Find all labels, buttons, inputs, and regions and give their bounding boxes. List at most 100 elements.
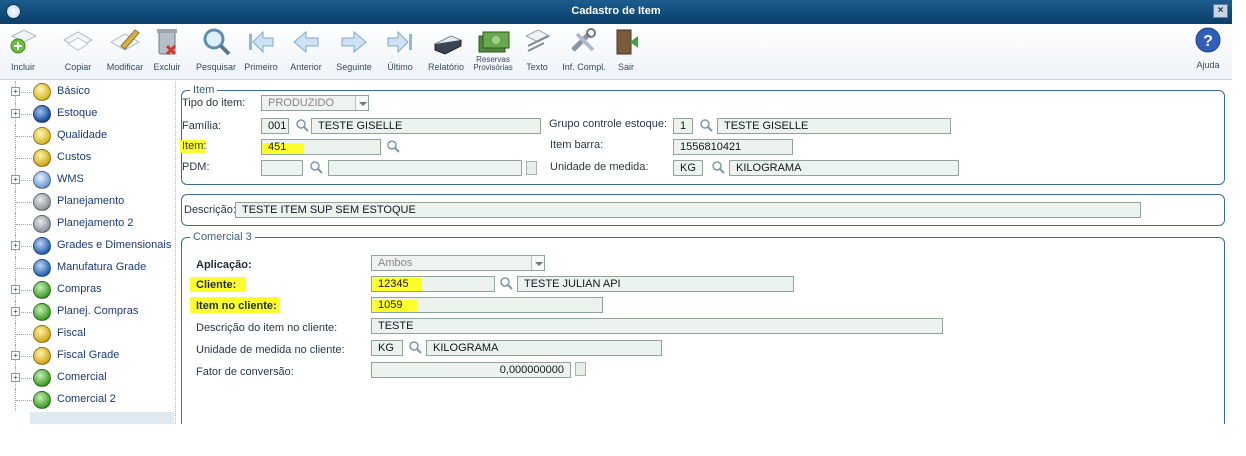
expand-icon[interactable]: + bbox=[11, 285, 20, 294]
sidebar-item-label: Comercial 2 bbox=[57, 393, 116, 405]
grupo-controle-label: Grupo controle estoque: bbox=[549, 118, 668, 130]
seguinte-label: Seguinte bbox=[336, 62, 372, 72]
ultimo-label: Último bbox=[387, 62, 413, 72]
aplicacao-value: Ambos bbox=[378, 257, 413, 269]
sidebar-item-label: Fiscal Grade bbox=[57, 349, 120, 361]
aplicacao-select[interactable]: Ambos bbox=[371, 255, 545, 271]
primeiro-label: Primeiro bbox=[244, 62, 278, 72]
pdm-lookup-icon[interactable] bbox=[526, 161, 537, 175]
grupo-code-field[interactable]: 1 bbox=[673, 118, 693, 134]
money-stack-icon bbox=[478, 31, 510, 53]
sidebar-item-b-sico[interactable]: + Básico bbox=[0, 81, 174, 103]
tools-icon bbox=[571, 28, 596, 52]
cliente-search-icon[interactable] bbox=[499, 276, 513, 290]
pdm-name-field[interactable] bbox=[328, 160, 522, 176]
cliente-code-field[interactable]: 12345 bbox=[371, 276, 495, 292]
expand-icon[interactable]: + bbox=[11, 373, 20, 382]
tree-branch bbox=[16, 224, 32, 225]
item-barra-field[interactable]: 1556810421 bbox=[673, 139, 793, 155]
item-search-icon[interactable] bbox=[386, 139, 400, 153]
green-dollar-icon bbox=[33, 303, 51, 321]
sidebar-item-planejamento-2[interactable]: Planejamento 2 bbox=[0, 213, 174, 235]
inf-compl-button[interactable]: Inf. Compl. bbox=[560, 26, 608, 78]
anterior-button[interactable]: Anterior bbox=[286, 26, 326, 78]
excluir-button[interactable]: Excluir bbox=[152, 26, 182, 78]
sidebar-item-comercial-2[interactable]: Comercial 2 bbox=[0, 389, 174, 411]
title-bar: Cadastro de Item × bbox=[0, 0, 1232, 24]
calculator-icon[interactable] bbox=[575, 362, 586, 376]
copy-document-icon bbox=[62, 31, 94, 51]
tipo-item-select[interactable]: PRODUZIDO bbox=[261, 95, 369, 111]
sidebar-item-fiscal-grade[interactable]: + Fiscal Grade bbox=[0, 345, 174, 367]
sidebar-item-estoque[interactable]: + Estoque bbox=[0, 103, 174, 125]
pdm-label: PDM: bbox=[182, 161, 210, 173]
item-code-field[interactable]: 451 bbox=[261, 139, 381, 155]
expand-icon[interactable]: + bbox=[11, 307, 20, 316]
ajuda-label: Ajuda bbox=[1196, 60, 1220, 70]
expand-icon[interactable]: + bbox=[11, 175, 20, 184]
expand-icon[interactable]: + bbox=[11, 351, 20, 360]
descricao-field[interactable]: TESTE ITEM SUP SEM ESTOQUE bbox=[235, 202, 1141, 218]
ajuda-button[interactable]: ? Ajuda bbox=[1192, 26, 1224, 78]
sidebar-item-qualidade[interactable]: Qualidade bbox=[0, 125, 174, 147]
sidebar-item-wms[interactable]: + WMS bbox=[0, 169, 174, 191]
familia-name-field[interactable]: TESTE GISELLE bbox=[311, 118, 541, 134]
unid-cliente-name-field[interactable]: KILOGRAMA bbox=[426, 340, 662, 356]
yellow-worker-icon bbox=[33, 149, 51, 167]
ultimo-button[interactable]: Último bbox=[384, 26, 416, 78]
grupo-name-field[interactable]: TESTE GISELLE bbox=[717, 118, 951, 134]
reservas-provisorias-button[interactable]: Reservas Provisórias bbox=[470, 26, 516, 78]
sidebar-item-label: Grades e Dimensionais bbox=[57, 239, 172, 251]
fator-conversao-field[interactable]: 0,000000000 bbox=[371, 362, 571, 378]
unidade-search-icon[interactable] bbox=[711, 160, 725, 174]
blue-grid-icon bbox=[33, 105, 51, 123]
item-cliente-field[interactable]: 1059 bbox=[371, 297, 603, 313]
sidebar-item-fiscal[interactable]: Fiscal bbox=[0, 323, 174, 345]
sidebar-item-planejamento[interactable]: Planejamento bbox=[0, 191, 174, 213]
expand-icon[interactable]: + bbox=[11, 109, 20, 118]
unidade-name-field[interactable]: KILOGRAMA bbox=[729, 160, 959, 176]
seguinte-button[interactable]: Seguinte bbox=[334, 26, 374, 78]
printer-icon bbox=[433, 35, 463, 55]
sidebar-selected-item[interactable] bbox=[30, 412, 174, 424]
unid-cliente-code-field[interactable]: KG bbox=[371, 340, 403, 356]
sidebar-item-label: Planej. Compras bbox=[57, 305, 139, 317]
pdm-search-icon[interactable] bbox=[309, 160, 323, 174]
incluir-label: Incluir bbox=[10, 62, 35, 72]
cliente-name-field[interactable]: TESTE JULIAN API bbox=[517, 276, 794, 292]
sidebar-item-compras[interactable]: + Compras bbox=[0, 279, 174, 301]
green-dollar-icon bbox=[33, 391, 51, 409]
sidebar-item-manufatura-grade[interactable]: Manufatura Grade bbox=[0, 257, 174, 279]
primeiro-button[interactable]: Primeiro bbox=[242, 26, 280, 78]
relatorio-button[interactable]: Relatório bbox=[426, 26, 466, 78]
sidebar-item-planej-compras[interactable]: + Planej. Compras bbox=[0, 301, 174, 323]
close-window-button[interactable]: × bbox=[1213, 4, 1228, 18]
familia-label: Família: bbox=[182, 120, 222, 132]
sidebar-item-grades-e-dimensionais[interactable]: + Grades e Dimensionais bbox=[0, 235, 174, 257]
copiar-button[interactable]: Copiar bbox=[58, 26, 98, 78]
texto-button[interactable]: Texto bbox=[522, 26, 552, 78]
relatorio-label: Relatório bbox=[427, 62, 465, 72]
incluir-button[interactable]: Incluir bbox=[8, 26, 38, 78]
gray-gear-icon bbox=[33, 193, 51, 211]
anterior-label: Anterior bbox=[290, 62, 322, 72]
modificar-button[interactable]: Modificar bbox=[102, 26, 148, 78]
pdm-code-field[interactable] bbox=[261, 160, 303, 176]
sidebar-item-label: Qualidade bbox=[57, 129, 108, 141]
pesquisar-button[interactable]: Pesquisar bbox=[194, 26, 238, 78]
unidade-code-field[interactable]: KG bbox=[673, 160, 703, 176]
descricao-label: Descrição: bbox=[184, 204, 236, 216]
grupo-search-icon[interactable] bbox=[699, 118, 713, 132]
next-record-icon bbox=[341, 30, 367, 54]
familia-search-icon[interactable] bbox=[295, 118, 309, 132]
expand-icon[interactable]: + bbox=[11, 241, 20, 250]
sidebar-item-custos[interactable]: Custos bbox=[0, 147, 174, 169]
familia-code-field[interactable]: 001 bbox=[261, 118, 289, 134]
sair-button[interactable]: Sair bbox=[612, 26, 640, 78]
expand-icon[interactable]: + bbox=[11, 87, 20, 96]
form-content: Item Tipo do item: PRODUZIDO Família: 00… bbox=[177, 81, 1232, 424]
desc-cliente-field[interactable]: TESTE bbox=[371, 318, 943, 334]
unid-cliente-search-icon[interactable] bbox=[408, 340, 422, 354]
sidebar-item-comercial[interactable]: + Comercial bbox=[0, 367, 174, 389]
cadastro-item-window: Cadastro de Item × Incluir Copiar Modifi… bbox=[0, 0, 1232, 424]
